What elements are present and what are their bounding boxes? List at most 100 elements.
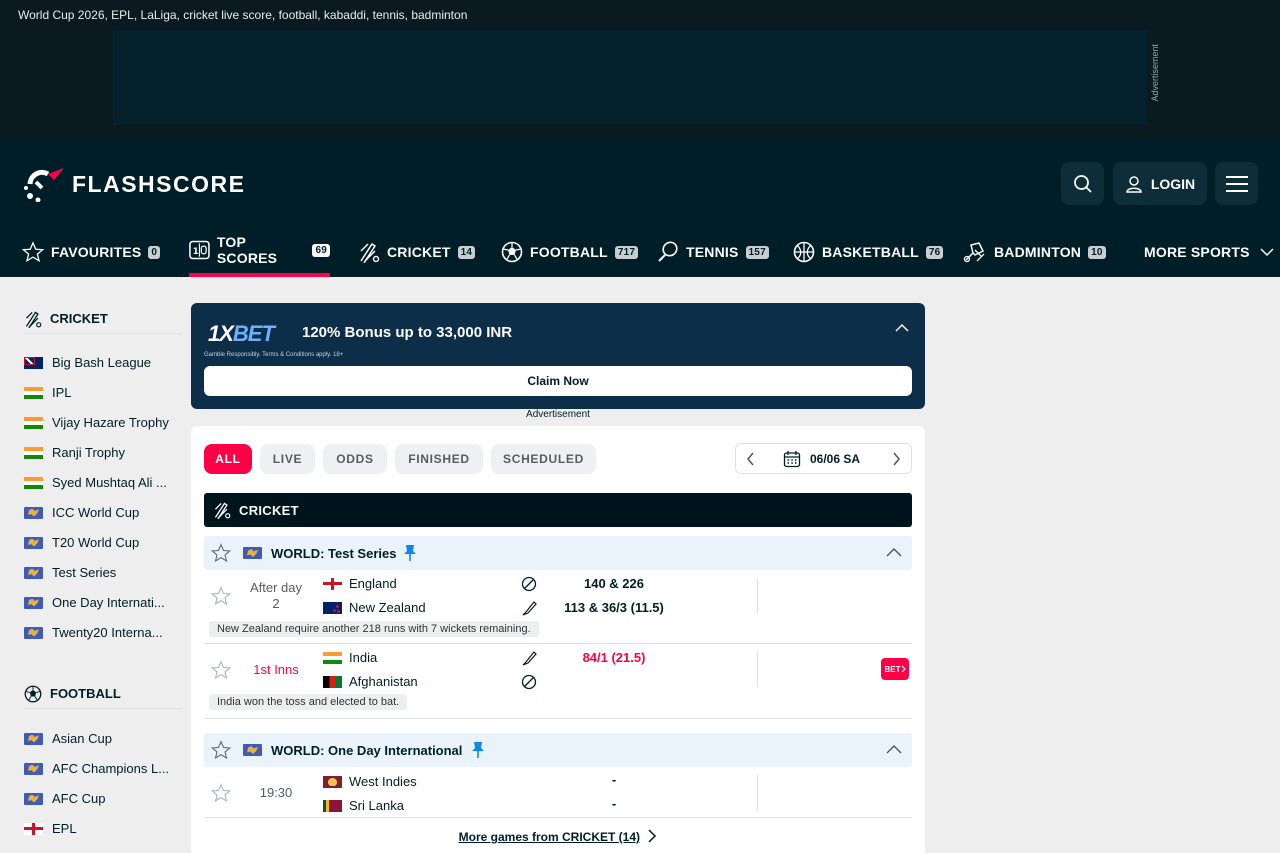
sidebar-item-asian-cup[interactable]: Asian Cup — [24, 731, 184, 746]
sidebar-item-label: Asian Cup — [52, 731, 112, 746]
column-divider — [757, 578, 758, 614]
league-collapse-button[interactable] — [886, 743, 902, 755]
league-name: WORLD: One Day International — [271, 743, 463, 758]
sidebar-football-heading[interactable]: FOOTBALL — [24, 679, 182, 709]
world-flag-icon — [24, 506, 43, 519]
team-name: Afghanistan — [349, 674, 418, 689]
more-games-link[interactable]: More games from CRICKET (14) — [191, 829, 925, 844]
football-icon — [24, 685, 42, 702]
nav-football[interactable]: FOOTBALL 717 — [501, 227, 639, 277]
away-score: - — [611, 796, 617, 811]
match-note: India won the toss and elected to bat. — [209, 694, 408, 710]
west-indies-flag-icon — [323, 775, 342, 788]
flashscore-logo[interactable]: FLASHSCORE — [24, 166, 245, 202]
filter-odds[interactable]: ODDS — [323, 444, 387, 474]
sidebar-item-afc-champions[interactable]: AFC Champions L... — [24, 761, 184, 776]
league-header[interactable]: WORLD: Test Series — [204, 536, 912, 570]
chevron-right-icon — [648, 829, 657, 843]
nav-top-scores[interactable]: 1 TOP SCORES 69 — [189, 227, 330, 277]
away-team: Sri Lanka — [323, 798, 404, 813]
sidebar-item-ipl[interactable]: IPL — [24, 385, 184, 400]
sidebar-item-t20i[interactable]: Twenty20 Interna... — [24, 625, 184, 640]
england-flag-icon — [323, 577, 342, 590]
selected-date[interactable]: 06/06 SA — [810, 452, 860, 466]
pin-icon[interactable] — [471, 741, 485, 759]
sidebar-item-label: AFC Cup — [52, 791, 106, 806]
nav-tennis[interactable]: TENNIS 157 — [657, 227, 769, 277]
sidebar-section-title: FOOTBALL — [50, 686, 121, 701]
sidebar-item-ranji[interactable]: Ranji Trophy — [24, 445, 184, 460]
sidebar-item-odi[interactable]: One Day Internati... — [24, 595, 184, 610]
sidebar-item-label: IPL — [52, 385, 72, 400]
match-row[interactable]: 19:30 West Indies Sri Lanka - - — [204, 769, 912, 818]
search-button[interactable] — [1061, 162, 1104, 205]
nav-basketball[interactable]: BASKETBALL 76 — [793, 227, 944, 277]
cricket-icon — [25, 311, 42, 328]
match-row[interactable]: 1st Inns India Afghanistan 84/1 (21.5) B… — [204, 645, 912, 719]
nav-favourites[interactable]: FAVOURITES 0 — [22, 227, 161, 277]
scoreboard-icon: 1 — [189, 240, 210, 260]
star-icon[interactable] — [211, 586, 231, 606]
football-icon — [501, 241, 523, 263]
sidebar-item-label: Test Series — [52, 565, 117, 580]
match-row[interactable]: After day 2 England New Zealand 140 & 22… — [204, 572, 912, 644]
nav-cricket[interactable]: CRICKET 14 — [358, 227, 476, 277]
filter-finished[interactable]: FINISHED — [395, 444, 483, 474]
promo-banner[interactable]: 1XBET 120% Bonus up to 33,000 INR Gamble… — [191, 303, 925, 409]
nav-badminton[interactable]: BADMINTON 10 — [963, 227, 1106, 277]
chevron-up-icon — [895, 323, 909, 332]
world-flag-icon — [243, 744, 262, 756]
claim-now-button[interactable]: Claim Now — [204, 366, 912, 396]
sidebar-item-label: Big Bash League — [52, 355, 152, 370]
sports-nav: FAVOURITES 0 1 TOP SCORES 69 CRICKET 14 … — [0, 227, 1280, 277]
world-flag-icon — [24, 626, 43, 639]
top-advertisement[interactable] — [113, 30, 1147, 125]
sidebar-item-test-series[interactable]: Test Series — [24, 565, 184, 580]
team-name: England — [349, 576, 397, 591]
promo-small-print: Gamble Responsibly. Terms & Conditions a… — [204, 352, 344, 358]
date-next-button[interactable] — [890, 450, 902, 468]
count-badge: 0 — [148, 245, 161, 259]
date-picker: 06/06 SA — [735, 443, 912, 474]
star-icon[interactable] — [211, 783, 231, 803]
login-button[interactable]: LOGIN — [1113, 162, 1207, 205]
sidebar-item-icc-world-cup[interactable]: ICC World Cup — [24, 505, 184, 520]
sport-section-title: CRICKET — [239, 502, 299, 518]
ad-label-vertical: Advertisement — [1150, 44, 1160, 102]
pin-icon[interactable] — [403, 544, 417, 562]
star-icon[interactable] — [211, 660, 231, 680]
india-flag-icon — [24, 476, 43, 489]
calendar-icon[interactable] — [783, 450, 801, 468]
menu-button[interactable] — [1215, 162, 1258, 205]
india-flag-icon — [24, 416, 43, 429]
user-icon — [1126, 175, 1142, 193]
hamburger-icon — [1225, 175, 1248, 192]
login-label: LOGIN — [1150, 175, 1196, 192]
filter-all[interactable]: ALL — [204, 444, 252, 474]
bat-icon — [521, 650, 537, 666]
sidebar-item-syed-mushtaq[interactable]: Syed Mushtaq Ali ... — [24, 475, 184, 490]
sidebar-item-label: EPL — [52, 821, 77, 836]
date-prev-button[interactable] — [745, 450, 757, 468]
sidebar-cricket-heading[interactable]: CRICKET — [24, 304, 182, 334]
left-sidebar: CRICKET Big Bash League IPL Vijay Hazare… — [0, 277, 190, 853]
world-flag-icon — [24, 792, 43, 805]
nav-label: FAVOURITES — [51, 244, 142, 260]
filter-live[interactable]: LIVE — [260, 444, 315, 474]
nav-more-sports[interactable]: MORE SPORTS — [1144, 227, 1274, 277]
league-header[interactable]: WORLD: One Day International — [204, 733, 912, 767]
basketball-icon — [793, 241, 815, 263]
star-icon[interactable] — [211, 740, 231, 760]
ad-label: Advertisement — [526, 409, 590, 420]
league-collapse-button[interactable] — [886, 546, 902, 558]
star-icon[interactable] — [211, 543, 231, 563]
svg-text:1: 1 — [193, 247, 199, 257]
filter-scheduled[interactable]: SCHEDULED — [491, 444, 596, 474]
bet-button[interactable]: BET — [881, 658, 909, 680]
sidebar-item-afc-cup[interactable]: AFC Cup — [24, 791, 184, 806]
sidebar-item-big-bash[interactable]: Big Bash League — [24, 355, 184, 370]
promo-collapse-button[interactable] — [895, 323, 909, 333]
sidebar-item-t20-world-cup[interactable]: T20 World Cup — [24, 535, 184, 550]
sidebar-item-epl[interactable]: EPL — [24, 821, 184, 836]
sidebar-item-vijay-hazare[interactable]: Vijay Hazare Trophy — [24, 415, 184, 430]
